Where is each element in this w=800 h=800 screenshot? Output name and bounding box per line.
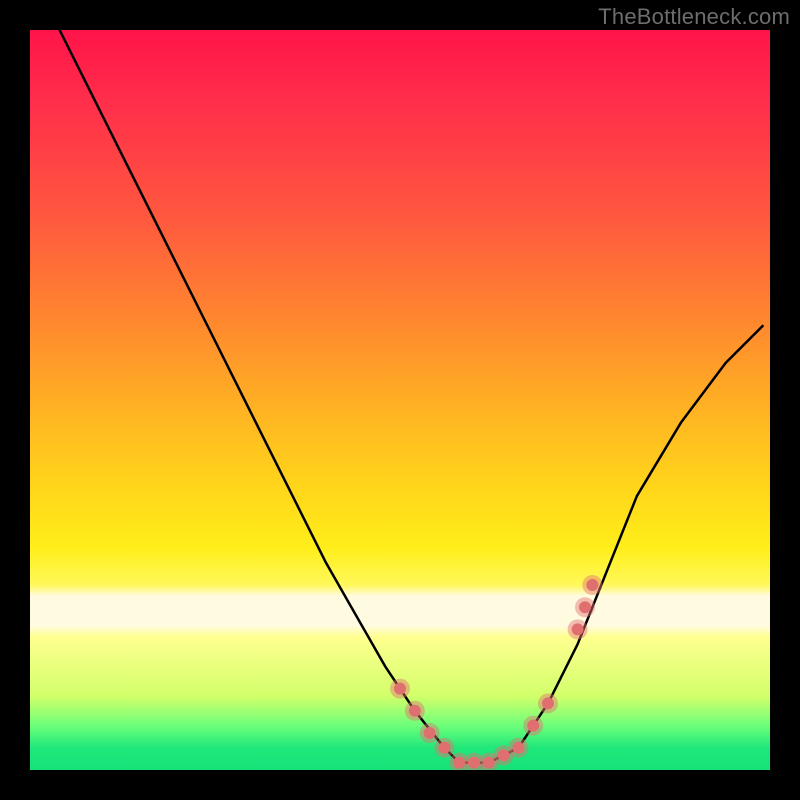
marker-dots bbox=[390, 575, 602, 770]
plot-area bbox=[30, 30, 770, 770]
chart-frame: TheBottleneck.com bbox=[0, 0, 800, 800]
watermark-text: TheBottleneck.com bbox=[598, 4, 790, 30]
curve-layer bbox=[30, 30, 770, 770]
curve-path bbox=[60, 30, 763, 763]
